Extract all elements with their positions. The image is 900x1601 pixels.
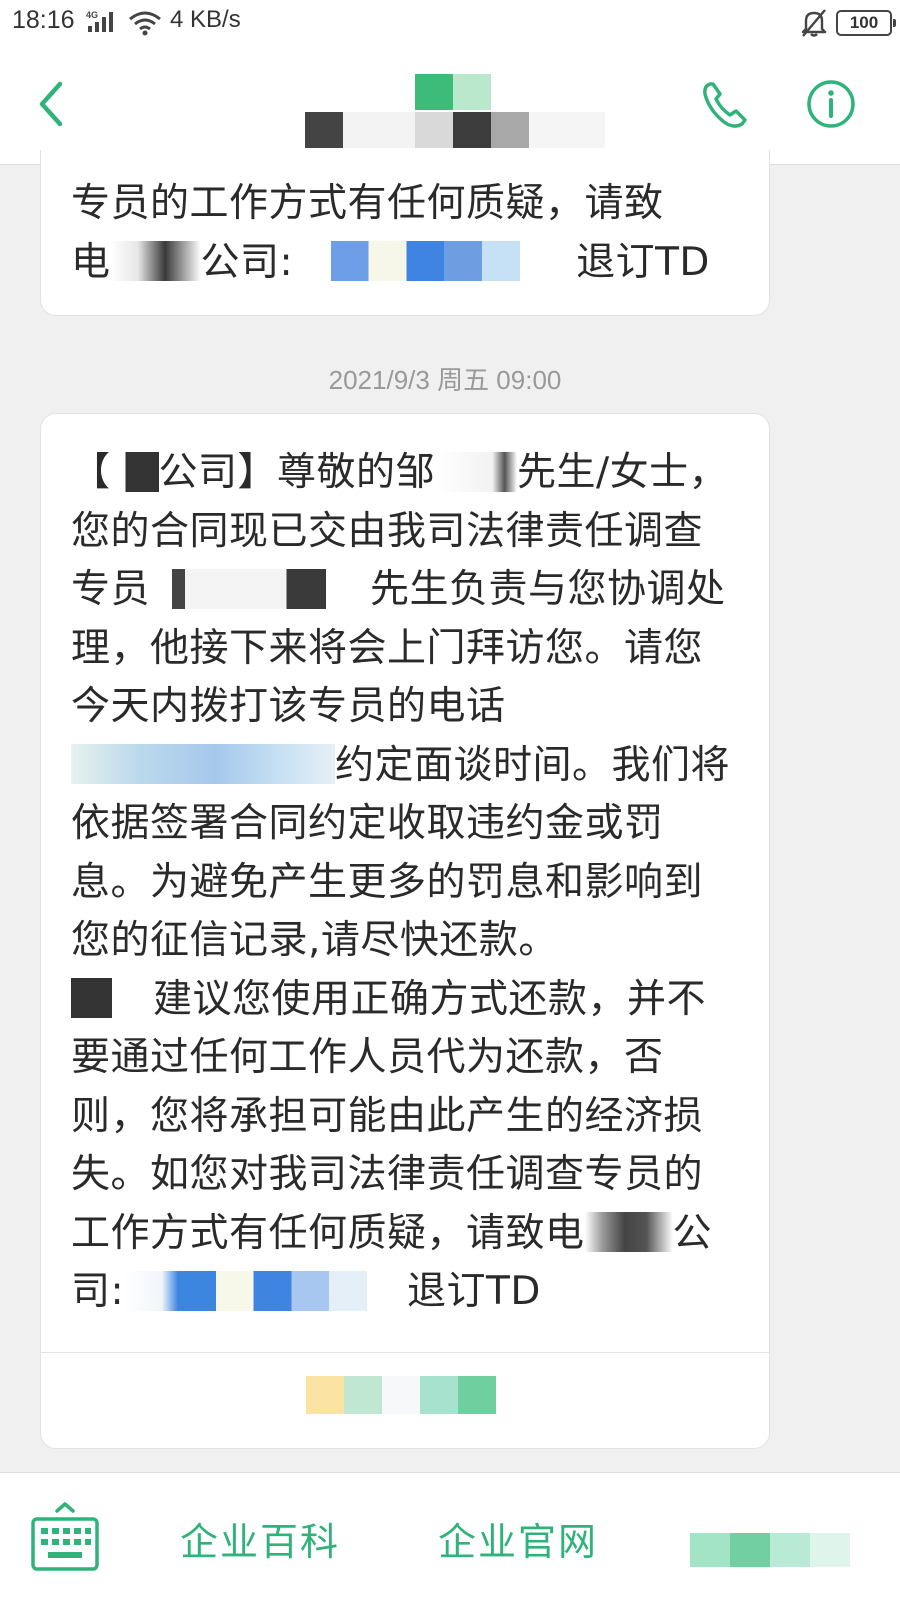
- chevron-left-icon[interactable]: [36, 80, 66, 128]
- redacted-block: [71, 978, 153, 1018]
- redacted-phone: [124, 1270, 395, 1311]
- network-speed: 4 KB/s: [170, 6, 241, 33]
- bottom-action-bar: 企业百科 企业官网: [0, 1472, 900, 1601]
- message-text: 专员的工作方式有任何质疑，请致 电公司: 退订TD: [71, 181, 710, 285]
- bubble-divider: [41, 1352, 769, 1353]
- redacted-block: [435, 451, 518, 492]
- redacted-block: [110, 451, 159, 492]
- network-type: 4G: [86, 10, 98, 20]
- phone-icon[interactable]: [700, 78, 750, 130]
- message-bubble[interactable]: 【公司】尊敬的邹 先生/女士，您的合同现已交由我司法律责任调查专员 先生负责与您协调…: [40, 413, 770, 1449]
- enterprise-wiki-link[interactable]: 企业百科: [180, 1511, 340, 1566]
- redacted-block: [584, 1212, 673, 1252]
- sender-signature: [306, 1376, 496, 1416]
- official-website-link[interactable]: 企业官网: [438, 1511, 598, 1566]
- message-bubble[interactable]: 专员的工作方式有任何质疑，请致 电公司: 退订TD: [40, 150, 770, 316]
- contact-name: [305, 74, 615, 154]
- wifi-icon: [129, 11, 161, 36]
- message-timestamp: 2021/9/3 周五 09:00: [328, 365, 562, 395]
- signal-4g-icon: 4G: [86, 10, 113, 32]
- info-icon[interactable]: [805, 78, 857, 130]
- redacted-phone: [293, 241, 564, 281]
- status-time: 18:16: [12, 6, 75, 34]
- message-text: 【公司】尊敬的邹 先生/女士，您的合同现已交由我司法律责任调查专员 先生负责与您协调…: [71, 450, 731, 1314]
- redacted-block: [110, 241, 201, 281]
- redacted-name: [150, 568, 371, 609]
- redacted-phone: [71, 744, 335, 784]
- battery-indicator: 100: [836, 10, 896, 36]
- keyboard-icon[interactable]: [30, 1501, 100, 1573]
- conversation-header: [0, 46, 900, 165]
- bottom-link-redacted[interactable]: [690, 1533, 850, 1569]
- status-bar: 18:16 4G 4 KB/s 100: [0, 0, 900, 46]
- bell-muted-icon: [801, 9, 827, 37]
